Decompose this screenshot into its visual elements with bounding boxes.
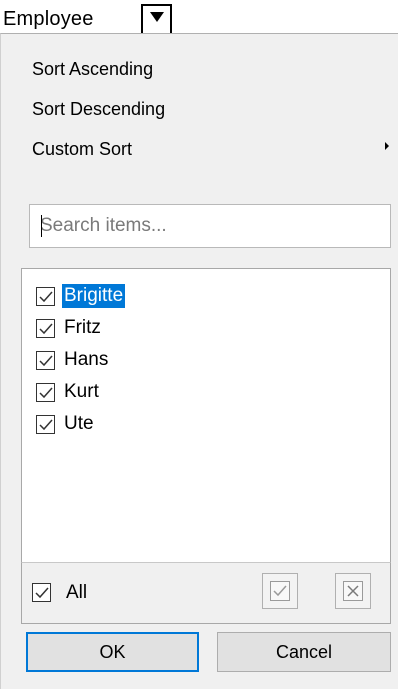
- check-all-icon: [270, 581, 290, 601]
- checkmark-icon: [39, 323, 53, 335]
- dropdown-arrow-icon: [150, 12, 164, 22]
- list-item-label: Ute: [64, 413, 94, 434]
- clear-all-icon: [343, 581, 363, 601]
- select-all-label: All: [66, 582, 88, 603]
- text-caret: [41, 215, 42, 237]
- column-header-title: Employee: [3, 8, 94, 30]
- list-item-label: Kurt: [64, 381, 99, 402]
- list-footer: All: [21, 562, 391, 624]
- checkmark-icon: [39, 355, 53, 367]
- check-all-button[interactable]: [262, 573, 298, 609]
- checkmark-icon: [35, 587, 49, 599]
- menu-item-sort-ascending[interactable]: Sort Ascending: [1, 48, 398, 88]
- checkbox[interactable]: [36, 287, 55, 306]
- list-item[interactable]: Kurt: [36, 377, 376, 409]
- submenu-arrow-icon: [385, 142, 389, 150]
- checkbox[interactable]: [36, 415, 55, 434]
- checkmark-icon: [39, 387, 53, 399]
- filter-dropdown-button[interactable]: [141, 4, 172, 33]
- clear-all-button[interactable]: [335, 573, 371, 609]
- menu-item-label: Custom Sort: [32, 139, 133, 159]
- column-header: Employee: [0, 0, 172, 36]
- menu-item-sort-descending[interactable]: Sort Descending: [1, 88, 398, 128]
- filter-popup: Sort Ascending Sort Descending Custom So…: [0, 33, 398, 689]
- menu-item-custom-sort[interactable]: Custom Sort: [1, 128, 398, 168]
- checkbox[interactable]: [36, 351, 55, 370]
- list-item[interactable]: Ute: [36, 409, 376, 441]
- checkbox[interactable]: [36, 383, 55, 402]
- menu-item-label: Sort Ascending: [32, 59, 154, 79]
- search-input[interactable]: [29, 204, 391, 248]
- list-item[interactable]: Hans: [36, 345, 376, 377]
- checkmark-icon: [39, 419, 53, 431]
- menu-item-label: Sort Descending: [32, 99, 166, 119]
- list-item[interactable]: Fritz: [36, 313, 376, 345]
- ok-button[interactable]: OK: [26, 632, 199, 672]
- cancel-button[interactable]: Cancel: [217, 632, 391, 672]
- item-list[interactable]: Brigitte Fritz Hans Kurt Ute: [21, 268, 391, 563]
- select-all-checkbox[interactable]: [32, 583, 51, 602]
- list-item-label: Brigitte: [62, 284, 126, 308]
- checkmark-icon: [39, 291, 53, 303]
- list-item-label: Fritz: [64, 317, 101, 338]
- list-item-label: Hans: [64, 349, 109, 370]
- checkbox[interactable]: [36, 319, 55, 338]
- list-item[interactable]: Brigitte: [36, 281, 376, 313]
